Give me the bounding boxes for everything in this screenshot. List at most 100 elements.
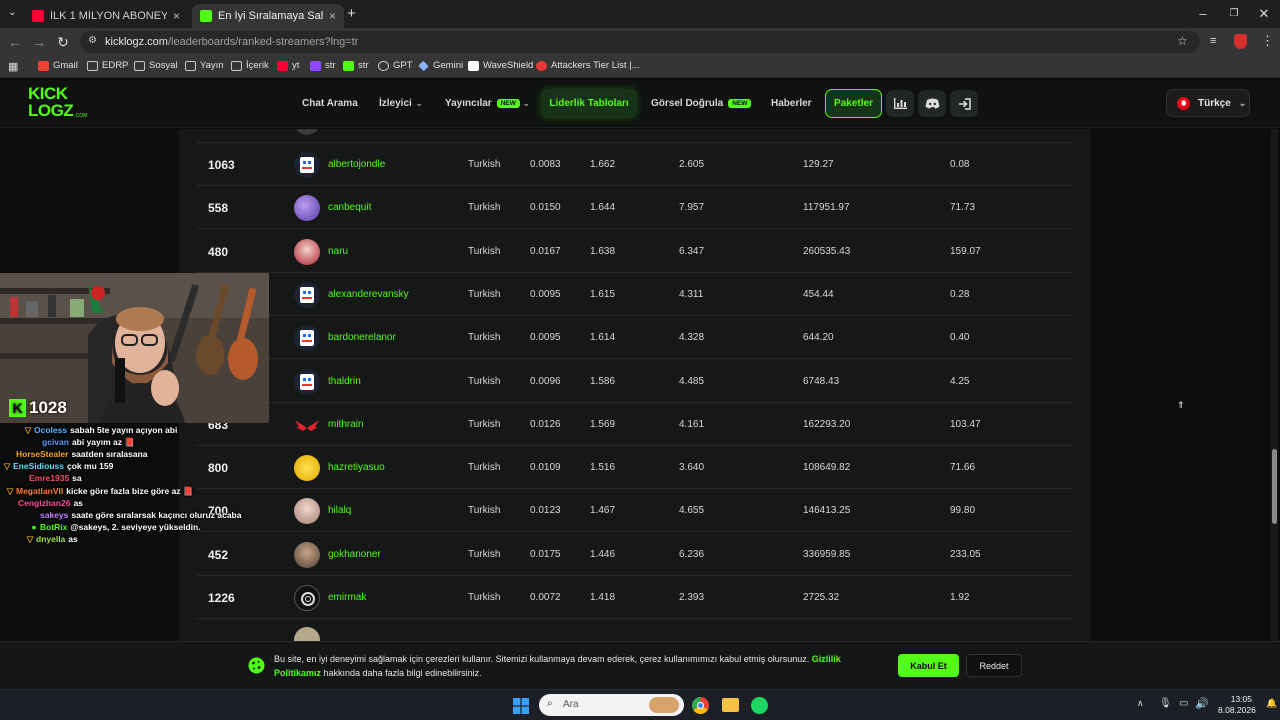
close-icon[interactable]: × [329,9,336,23]
table-row[interactable]: 1063 albertojondle Turkish 0.0083 1.662 2.605… [197,143,1072,186]
nav-packages[interactable]: Paketler [825,89,882,118]
avatar[interactable] [294,152,320,178]
network-icon[interactable]: ▭ [1179,698,1188,709]
taskbar-search[interactable]: ⌕ Ara [539,694,684,716]
close-icon[interactable]: × [173,9,180,23]
streamer-name-link[interactable]: alexanderevansky [328,289,409,300]
avatar[interactable] [294,541,320,568]
nav-streamers[interactable]: Yayıncılar NEW ⌄ [445,98,530,109]
new-tab-icon[interactable]: + [347,5,356,22]
language-cell: Turkish [468,548,501,560]
bookmark-star-icon[interactable]: ☆ [1177,34,1188,48]
table-row[interactable]: 480 naru Turkish 0.0167 1.638 6.347 260535.43 1… [197,230,1072,273]
tray-chevron-icon[interactable]: ∧ [1137,698,1144,709]
tab-search-icon[interactable]: ⌄ [8,7,16,18]
streamer-name-link[interactable]: canbequit [328,202,371,213]
streamer-name-link[interactable]: naru [328,246,348,257]
nav-viewer-label: İzleyici [379,98,412,109]
forward-icon[interactable]: → [30,34,48,50]
nav-visual-verify[interactable]: Görsel Doğrula NEW [651,98,752,109]
bookmark-item[interactable]: EDRP [87,60,128,71]
address-bar[interactable]: ⚙ kicklogz.com/leaderboards/ranked-strea… [80,31,1200,53]
avatar[interactable] [294,325,320,352]
back-icon[interactable]: ← [6,34,24,50]
avatar[interactable] [294,368,320,395]
reload-icon[interactable]: ↻ [54,34,72,51]
table-row[interactable]: 558 canbequit Turkish 0.0150 1.644 7.957 11795… [197,186,1072,230]
chat-text: @sakeys, 2. seviyeye yükseldin. [70,521,201,532]
streamer-name-link[interactable]: mithrain [328,419,364,430]
stat-cell-1: 0.0072 [530,592,561,603]
table-row[interactable]: 1226 emirmak Turkish 0.0072 1.418 2.393 2725.3… [197,576,1072,619]
bookmark-item[interactable]: str [343,60,369,71]
table-row[interactable]: 800 hazretiyasuo Turkish 0.0109 1.516 3.640 10… [197,446,1072,490]
table-row[interactable]: alexanderevansky Turkish 0.0095 1.615 4.311 4… [197,273,1072,316]
reject-cookies-button[interactable]: Reddet [966,654,1022,677]
bookmark-item[interactable]: Gemini [418,60,463,71]
discord-button[interactable] [918,90,946,117]
table-row[interactable]: thaldrin Turkish 0.0096 1.586 4.485 6748.43 4.… [197,360,1072,403]
nav-chat-search[interactable]: Chat Arama [302,98,358,109]
table-row[interactable]: 452 gokhanoner Turkish 0.0175 1.446 6.236 3369… [197,533,1072,576]
avatar[interactable] [294,455,320,482]
stat-cell-2: 1.662 [590,159,616,170]
tab-kicklogz[interactable]: En İyi Sıralamaya Sahip Yayıncıl × [192,4,344,28]
tab-youtube[interactable]: İLK 1 MİLYON ABONEYİ GEÇEN × [24,4,188,28]
chrome-taskbar-icon[interactable] [692,697,709,714]
nav-news[interactable]: Haberler [771,98,812,109]
bookmark-item[interactable]: Yayın [185,60,224,71]
window-close-icon[interactable]: ✕ [1254,6,1274,22]
extension-shield-icon[interactable] [1234,34,1247,49]
streamer-name-link[interactable]: bardonerelanor [328,332,396,343]
table-row[interactable]: bardonerelanor Turkish 0.0095 1.614 4.328 644… [197,316,1072,360]
minimize-icon[interactable]: – [1193,6,1213,21]
kicklogz-logo[interactable]: KICK LOGZ .COM [28,85,90,122]
windows-start-icon[interactable] [513,698,529,714]
apps-grid-icon[interactable]: ▦ [8,60,18,73]
avatar[interactable] [294,412,320,438]
avatar[interactable] [294,585,320,611]
nav-leaderboards[interactable]: Liderlik Tabloları [541,89,637,118]
stat-cell-3: 4.485 [679,375,705,387]
avatar[interactable] [294,195,320,222]
avatar[interactable] [294,281,320,308]
avatar[interactable] [294,238,320,265]
bookmark-item[interactable]: Sosyal [134,60,178,71]
accept-cookies-button[interactable]: Kabul Et [898,654,959,677]
bookmark-item[interactable]: WaveShield [468,60,533,71]
streamer-name-link[interactable]: hazretiyasuo [328,462,385,473]
clock[interactable]: 13:05 8.08.2026 [1218,694,1256,716]
nav-viewer[interactable]: İzleyici ⌄ [379,98,423,109]
streamer-name-link[interactable]: gokhanoner [328,549,381,560]
streamer-name-link[interactable]: emirmak [328,592,366,603]
bookmark-item[interactable]: İçerik [231,60,269,71]
streamer-name-link[interactable]: hilalq [328,505,351,516]
scrollbar-thumb[interactable] [1272,449,1277,524]
volume-icon[interactable]: 🔊 [1195,697,1209,710]
chat-text: saate göre sıralarsak kaçıncı oluruz aca… [71,509,242,520]
bookmark-item[interactable]: yt [277,60,299,71]
stat-cell-2: 1.586 [590,375,616,387]
bookmark-item[interactable]: Gmail [38,60,78,71]
restore-icon[interactable]: ❐ [1224,8,1244,19]
login-button[interactable] [950,90,978,117]
bookmark-item[interactable]: Attackers Tier List |... [536,60,640,71]
spotify-icon[interactable] [751,697,768,714]
menu-icon[interactable]: ⋮ [1261,33,1274,49]
streamer-name-link[interactable]: albertojondle [328,159,385,170]
avatar[interactable] [294,498,320,525]
language-select[interactable]: Türkçe ⌄ [1166,89,1250,117]
bookmark-label: str [358,60,369,71]
site-info-icon[interactable]: ⚙ [88,35,97,46]
file-explorer-icon[interactable] [722,698,739,712]
page-scrollbar[interactable] [1271,129,1278,641]
streamer-name-link[interactable]: thaldrin [328,376,361,387]
microphone-icon[interactable]: 🎙 [1159,698,1172,709]
notification-bell-icon[interactable]: 🔔 [1266,698,1277,709]
stats-button[interactable] [886,90,914,117]
table-row[interactable]: 683 mithrain Turkish 0.0126 1.569 4.161 162293… [197,403,1072,446]
bookmark-item[interactable]: GPT [378,60,413,71]
media-icon[interactable]: ≡ [1210,35,1216,47]
table-row[interactable]: 700 hilalq Turkish 0.0123 1.467 4.655 146413.2… [197,489,1072,533]
bookmark-item[interactable]: str [310,60,336,71]
